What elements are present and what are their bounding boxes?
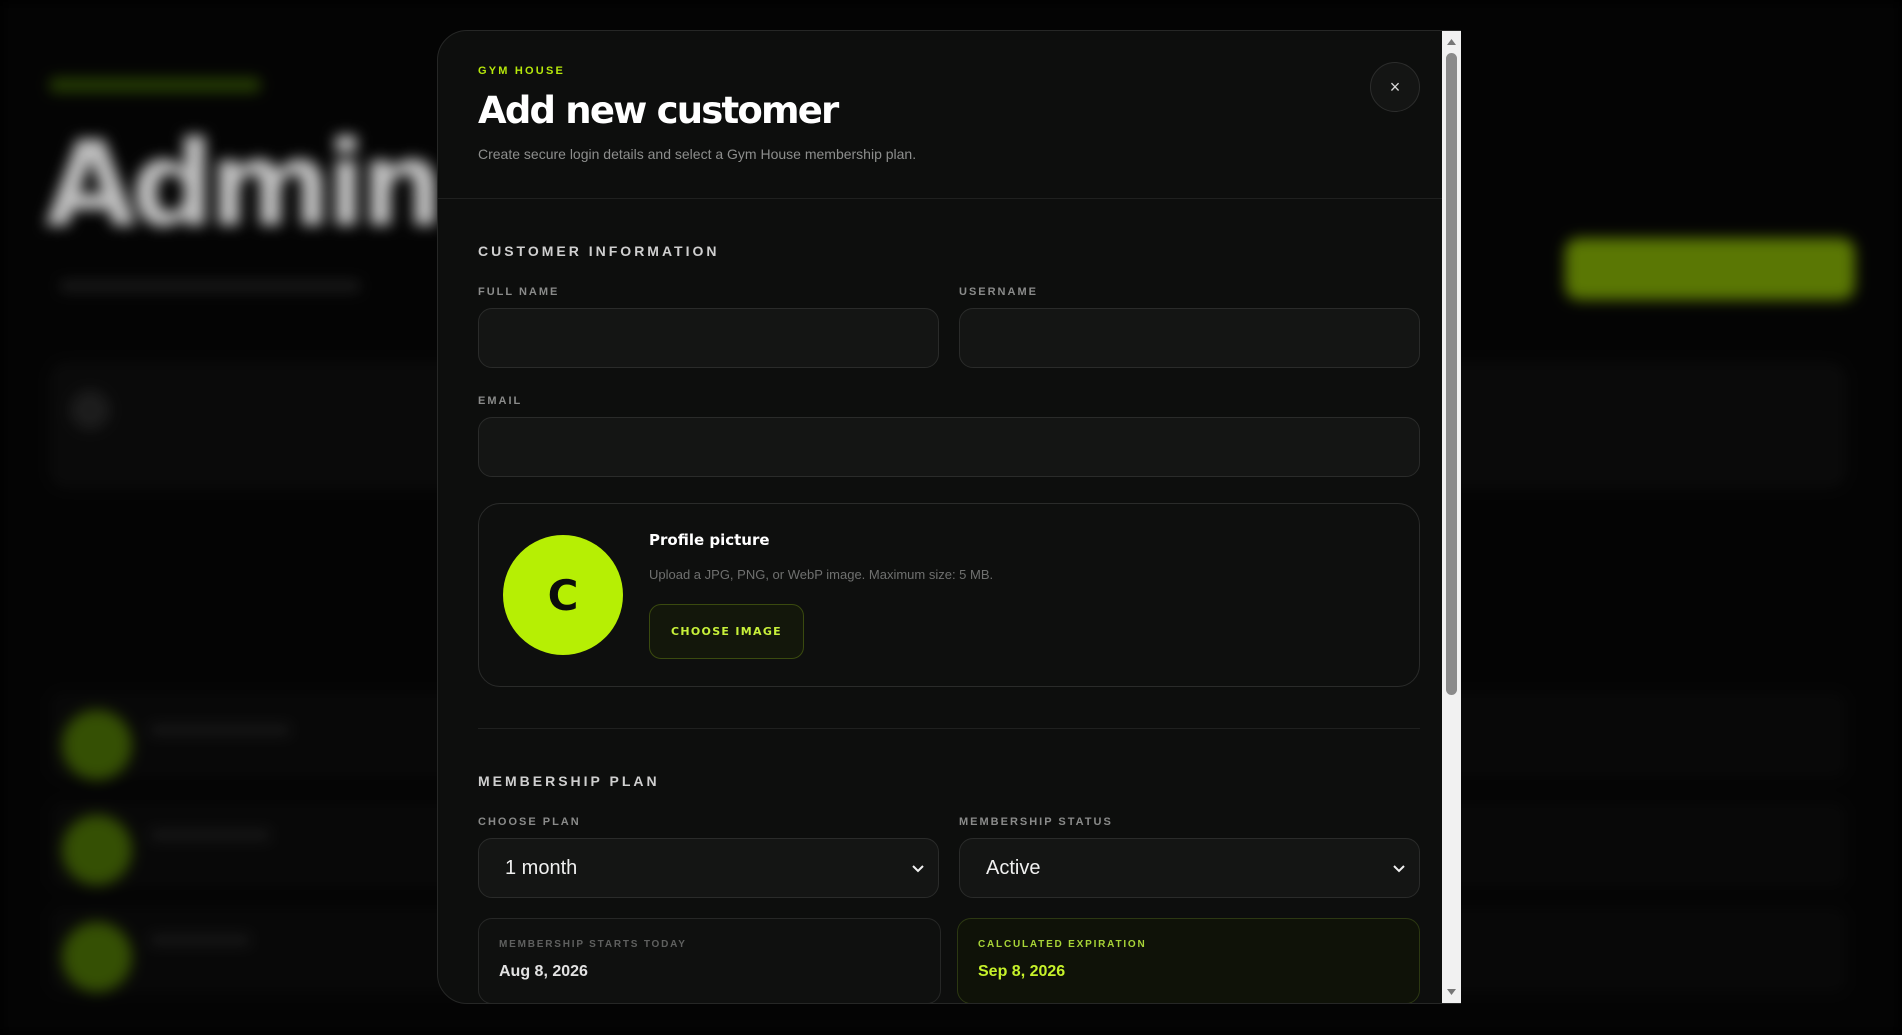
profile-picture-info: Profile picture Upload a JPG, PNG, or We…: [649, 531, 993, 659]
background-line: [150, 830, 270, 840]
close-icon: ×: [1389, 76, 1401, 97]
background-line: [150, 725, 290, 735]
background-avatar: [62, 710, 132, 780]
choose-image-button[interactable]: CHOOSE IMAGE: [649, 604, 804, 659]
profile-picture-hint: Upload a JPG, PNG, or WebP image. Maximu…: [649, 567, 994, 582]
brand-label: GYM HOUSE: [478, 65, 566, 77]
name-row: FULL NAME USERNAME: [478, 259, 1420, 368]
profile-picture-card: C Profile picture Upload a JPG, PNG, or …: [478, 503, 1420, 687]
username-input[interactable]: [959, 308, 1420, 368]
modal-scrollbar[interactable]: [1442, 31, 1461, 1003]
full-name-label: FULL NAME: [478, 286, 560, 298]
expiration-value: Sep 8, 2026: [978, 963, 1066, 980]
username-field: USERNAME: [959, 259, 1420, 368]
background-title: Admin: [45, 115, 444, 253]
plan-select-value: 1 month: [505, 856, 578, 879]
background-cta-button: [1565, 238, 1855, 300]
add-customer-modal: GYM HOUSE Add new customer Create secure…: [437, 30, 1461, 1004]
plan-label: CHOOSE PLAN: [478, 816, 581, 828]
background-avatar: [62, 922, 132, 992]
profile-picture-title: Profile picture: [649, 531, 770, 549]
start-date-value: Aug 8, 2026: [499, 963, 588, 980]
modal-title: Add new customer: [478, 89, 839, 132]
start-date-card: MEMBERSHIP STARTS TODAY Aug 8, 2026: [478, 918, 941, 1003]
status-select-value: Active: [986, 856, 1041, 879]
plan-field: CHOOSE PLAN 1 month: [478, 789, 939, 898]
background-eyebrow: [50, 78, 260, 92]
status-field: MEMBERSHIP STATUS Active: [959, 789, 1420, 898]
expiration-card: CALCULATED EXPIRATION Sep 8, 2026: [957, 918, 1420, 1003]
close-button[interactable]: ×: [1370, 62, 1420, 112]
plan-select[interactable]: 1 month: [478, 838, 939, 898]
username-label: USERNAME: [959, 286, 1038, 298]
chevron-down-icon: [1393, 860, 1405, 876]
background-avatar: [62, 815, 132, 885]
background-card-icon: [70, 390, 110, 430]
scroll-down-arrow-icon[interactable]: [1442, 985, 1461, 999]
email-field: EMAIL: [478, 395, 1420, 477]
membership-section-title: MEMBERSHIP PLAN: [478, 773, 660, 789]
status-select[interactable]: Active: [959, 838, 1420, 898]
scroll-up-arrow-icon[interactable]: [1442, 35, 1461, 49]
status-label: MEMBERSHIP STATUS: [959, 816, 1113, 828]
full-name-input[interactable]: [478, 308, 939, 368]
full-name-field: FULL NAME: [478, 259, 939, 368]
scrollbar-thumb[interactable]: [1446, 53, 1457, 695]
membership-dates-row: MEMBERSHIP STARTS TODAY Aug 8, 2026 CALC…: [478, 918, 1420, 1003]
background-line: [150, 935, 250, 945]
expiration-label: CALCULATED EXPIRATION: [978, 939, 1147, 950]
modal-subtitle: Create secure login details and select a…: [478, 146, 917, 162]
background-subtitle: [60, 280, 360, 292]
modal-body: CUSTOMER INFORMATION FULL NAME USERNAME …: [438, 243, 1460, 1003]
start-date-label: MEMBERSHIP STARTS TODAY: [499, 939, 687, 950]
chevron-down-icon: [912, 860, 924, 876]
avatar: C: [503, 535, 623, 655]
email-label: EMAIL: [478, 395, 523, 407]
section-divider: [478, 728, 1420, 729]
email-input[interactable]: [478, 417, 1420, 477]
modal-header: GYM HOUSE Add new customer Create secure…: [438, 31, 1460, 199]
membership-row: CHOOSE PLAN 1 month MEMBERSHIP STATUS Ac…: [478, 789, 1420, 898]
customer-info-section-title: CUSTOMER INFORMATION: [478, 243, 720, 259]
